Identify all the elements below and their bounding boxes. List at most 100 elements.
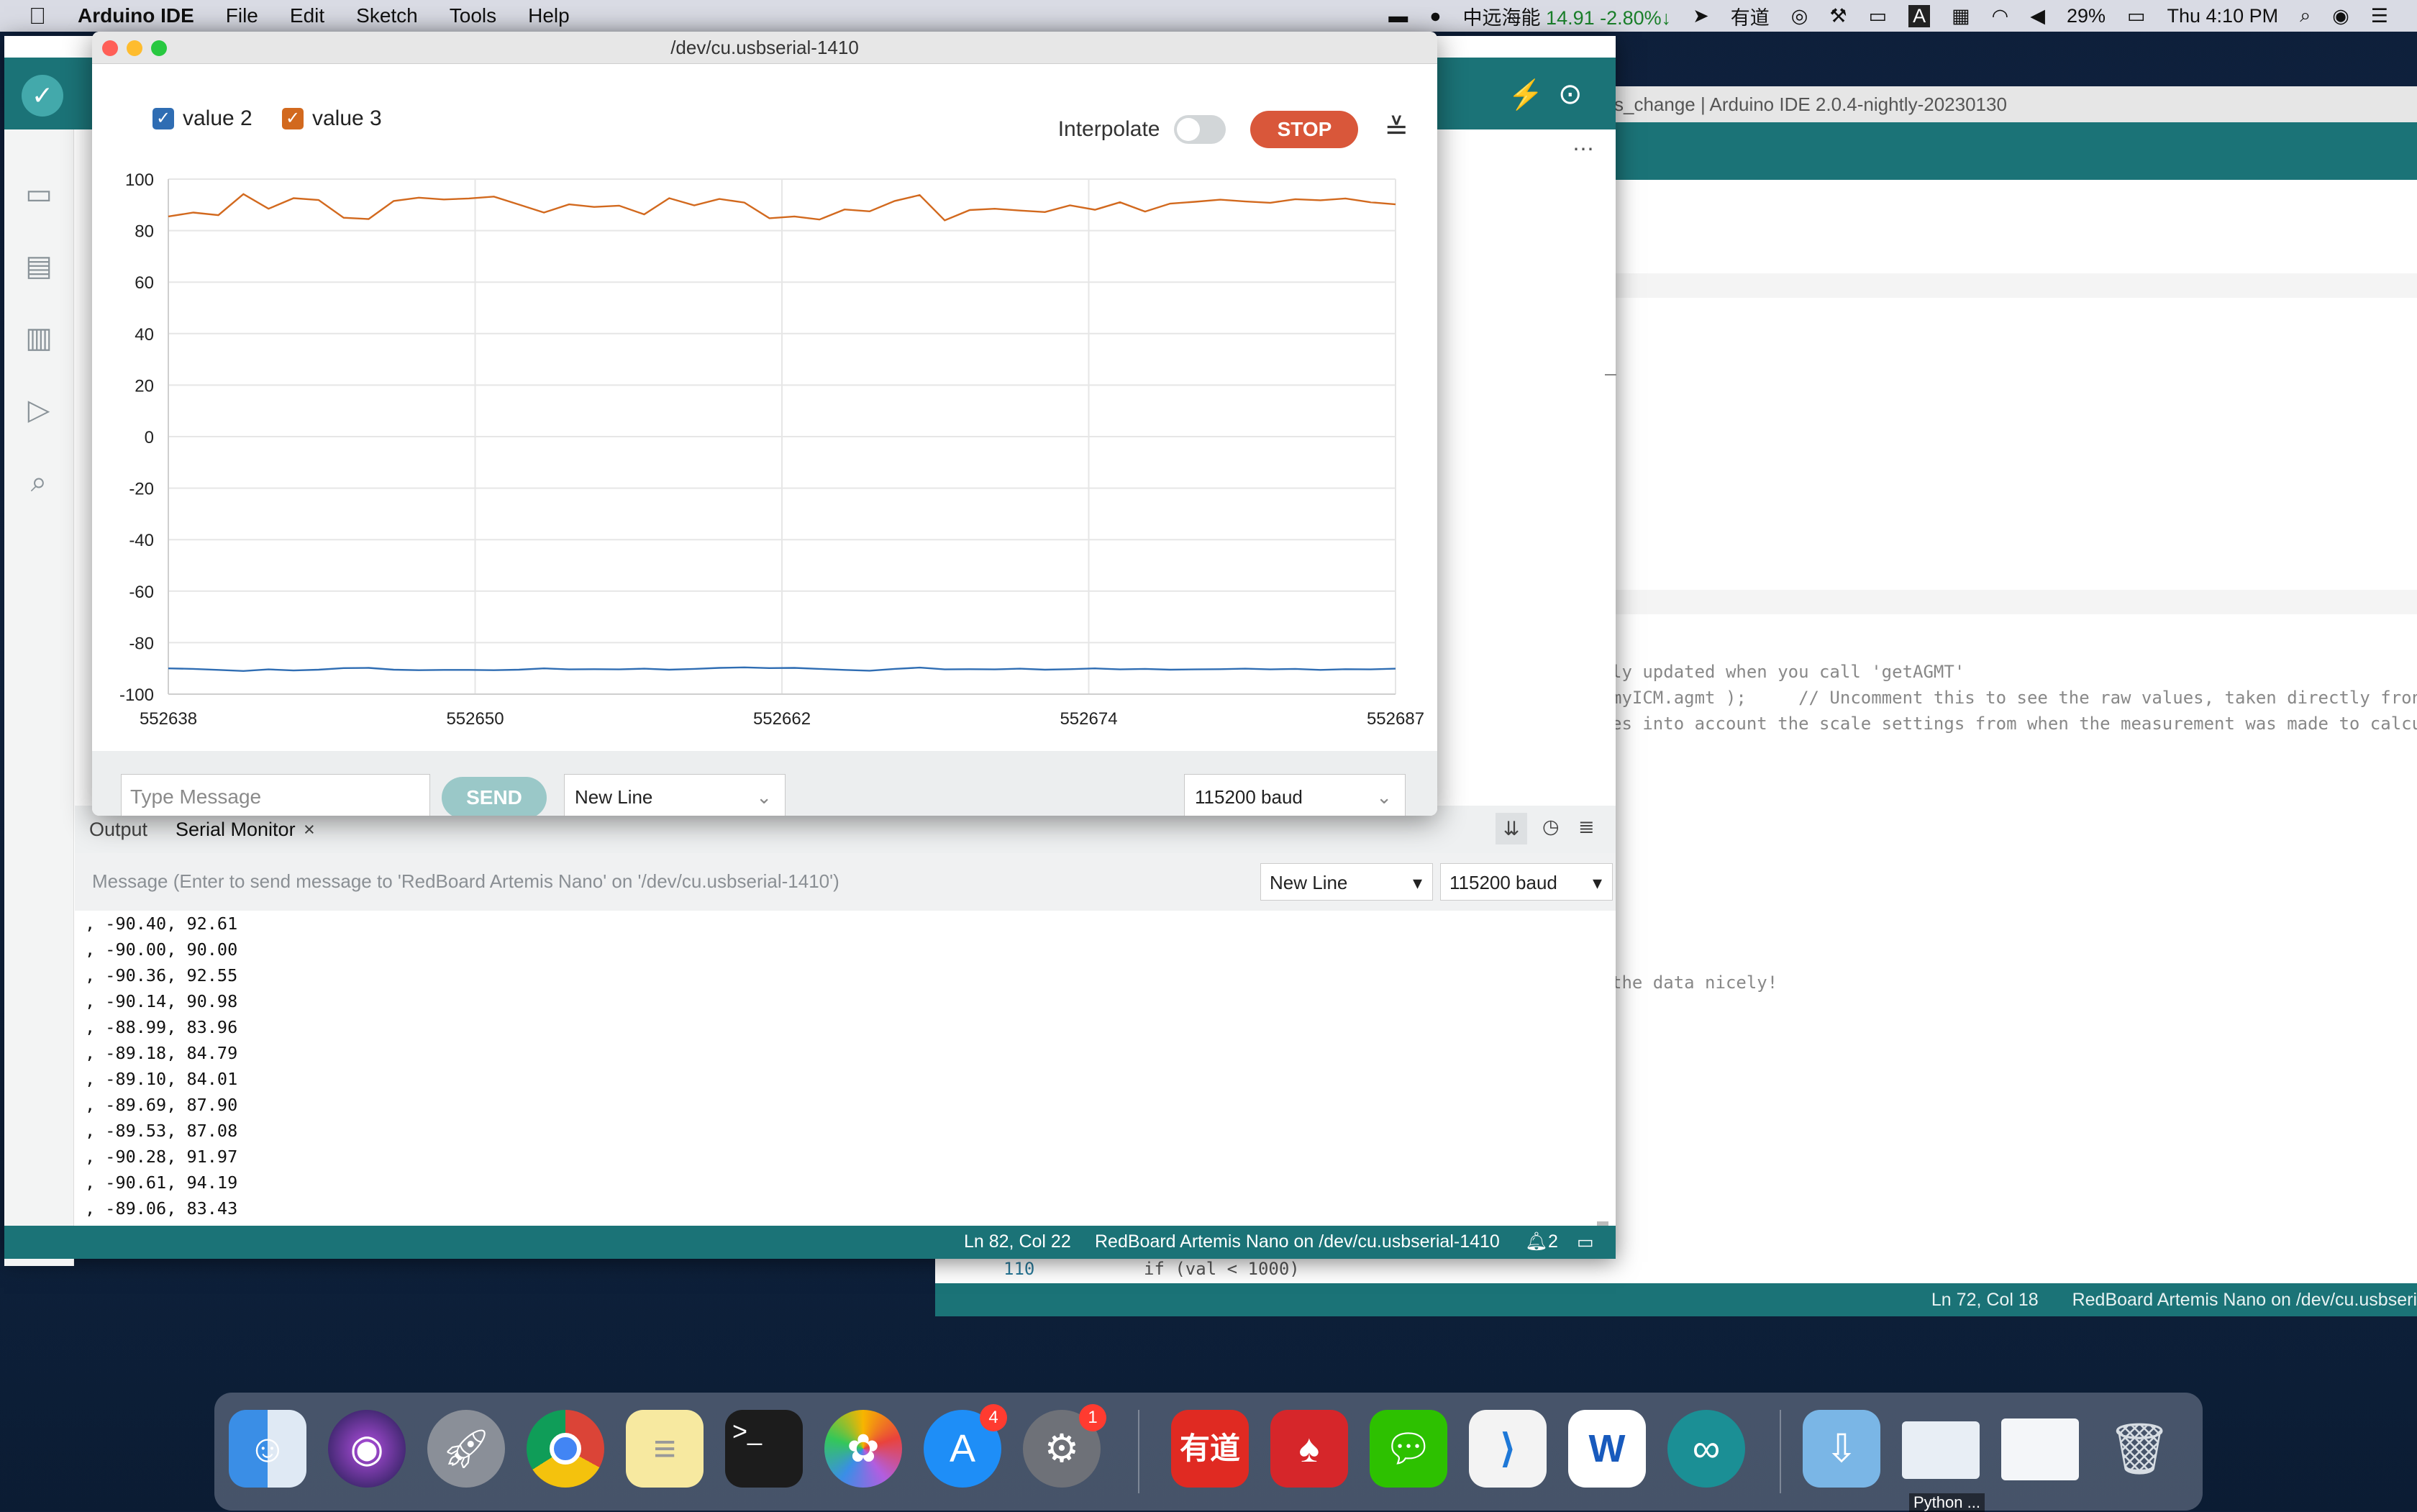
app-store-icon[interactable]: A4 <box>924 1404 1007 1488</box>
code-line: myICM.agmt ); // Uncomment this to see t… <box>1611 688 2417 708</box>
message-input[interactable]: Type Message <box>121 774 430 816</box>
line-number: 110 <box>1003 1259 1035 1279</box>
board-manager-icon[interactable]: ▤ <box>22 249 56 283</box>
baud-select[interactable]: 115200 baud ▾ <box>1440 863 1613 901</box>
serial-line: , -90.00, 90.00 <box>85 939 238 960</box>
battery-icon: ▭ <box>2127 4 2146 27</box>
cursor-position[interactable]: Ln 72, Col 18 <box>1931 1290 2039 1310</box>
keyboard-icon[interactable]: ▦ <box>1952 5 1970 27</box>
scroll-marker <box>1605 374 1616 375</box>
notes-icon[interactable]: ≡ <box>626 1410 704 1488</box>
send-button[interactable]: SEND <box>442 777 547 816</box>
spotlight-icon[interactable]: ⌕ <box>2300 4 2311 27</box>
cursor-position[interactable]: Ln 82, Col 22 <box>964 1231 1071 1252</box>
timestamp-icon[interactable]: ◷ <box>1542 816 1560 838</box>
y-tick-label: 0 <box>145 428 154 447</box>
activity-sidebar: ▭ ▤ ▥ ▷ ⌕ <box>4 129 74 1266</box>
menu-edit[interactable]: Edit <box>290 4 324 27</box>
creative-cloud-icon[interactable]: ◎ <box>1791 5 1808 27</box>
launchpad-icon[interactable]: 🚀︎ <box>427 1410 505 1488</box>
wifi-icon[interactable]: ◠ <box>1992 5 2009 27</box>
app-menu[interactable]: Arduino IDE <box>78 4 194 27</box>
minimize-window-button[interactable] <box>127 40 142 56</box>
line-ending-select[interactable]: New Line ▾ <box>1260 863 1433 901</box>
downloads-folder-icon[interactable]: ⇩ <box>1803 1410 1880 1488</box>
poker-icon[interactable]: ♠ <box>1270 1410 1348 1488</box>
menu-file[interactable]: File <box>226 4 258 27</box>
siri-icon[interactable]: ◉ <box>2332 5 2349 27</box>
x-tick-label: 552674 <box>1060 709 1117 729</box>
message-input[interactable]: Message (Enter to send message to 'RedBo… <box>92 870 839 893</box>
serial-line: , -90.14, 90.98 <box>85 991 238 1011</box>
line-ending-select[interactable]: New Line ⌄ <box>564 774 786 816</box>
serial-output[interactable]: , -90.40, 92.61 , -90.00, 90.00 , -90.36, … <box>75 911 1616 1254</box>
volume-icon[interactable]: ◀ <box>2030 5 2045 27</box>
notification-count: 2 <box>1548 1231 1558 1252</box>
trash-icon[interactable]: 🗑︎ <box>2100 1410 2178 1488</box>
code-line: ly updated when you call 'getAGMT' <box>1611 662 1965 682</box>
control-center-icon[interactable]: ☰ <box>2371 5 2388 27</box>
tab-serial-monitor[interactable]: Serial Monitor <box>176 819 296 841</box>
word-icon[interactable]: W <box>1568 1410 1646 1488</box>
menu-sketch[interactable]: Sketch <box>356 4 418 27</box>
stock-widget[interactable]: 中远海能 14.91 -2.80%↓ <box>1463 2 1672 30</box>
folder-icon[interactable]: ▭ <box>22 177 56 211</box>
status-bar: Ln 82, Col 22 RedBoard Artemis Nano on /… <box>4 1226 1616 1259</box>
terminal-icon[interactable]: >_ <box>725 1410 803 1488</box>
checkbox-checked-icon[interactable]: ✓ <box>282 108 304 129</box>
send-icon[interactable]: ➤ <box>1693 5 1709 27</box>
y-tick-label: 80 <box>135 222 154 242</box>
y-tick-label: -100 <box>119 686 154 705</box>
library-icon[interactable]: ▥ <box>22 321 56 355</box>
legend-value-3[interactable]: ✓ value 3 <box>282 106 382 131</box>
serial-plotter-icon[interactable]: ⚡ <box>1508 78 1544 111</box>
panel-toggle-icon[interactable]: ▭ <box>1577 1231 1594 1253</box>
system-preferences-icon[interactable]: ⚙ 1 <box>1023 1404 1106 1488</box>
vscode-icon[interactable]: ⟩ <box>1469 1410 1547 1488</box>
clock[interactable]: Thu 4:10 PM <box>2167 5 2279 27</box>
wechat-icon[interactable]: ● <box>1429 5 1441 27</box>
tab-output[interactable]: Output <box>89 819 147 841</box>
stock-label: 中远海能 <box>1462 6 1541 29</box>
search-icon[interactable]: ⌕ <box>22 465 56 499</box>
zoom-window-button[interactable] <box>151 40 167 56</box>
battery-percent[interactable]: 29% <box>2067 5 2106 27</box>
wechat-icon[interactable]: 💬︎ <box>1370 1410 1447 1488</box>
close-window-button[interactable] <box>102 40 118 56</box>
y-tick-label: -60 <box>129 583 154 602</box>
menu-help[interactable]: Help <box>528 4 570 27</box>
toggle-knob <box>1177 118 1201 141</box>
baud-select[interactable]: 115200 baud ⌄ <box>1184 774 1406 816</box>
clear-output-icon[interactable]: ≣ <box>1578 816 1595 838</box>
board-status[interactable]: RedBoard Artemis Nano on /dev/cu.usbseri <box>2072 1290 2417 1310</box>
airplay-icon[interactable]: ▭ <box>1869 5 1888 27</box>
debug-icon[interactable]: ▷ <box>22 393 56 427</box>
youdao-icon[interactable]: 有道 <box>1171 1410 1249 1488</box>
python-window-thumbnail[interactable] <box>1902 1421 1980 1479</box>
checkbox-checked-icon[interactable]: ✓ <box>153 108 174 129</box>
code-line: if (val < 1000) <box>1144 1259 1300 1279</box>
close-icon[interactable]: × <box>304 819 315 841</box>
finder-icon[interactable]: ☺ <box>229 1410 306 1488</box>
plotter-title: /dev/cu.usbserial-1410 <box>670 37 859 58</box>
more-options-icon[interactable]: ⋯ <box>1572 137 1594 162</box>
verify-button[interactable]: ✓ <box>22 75 63 117</box>
document-thumbnail[interactable] <box>2001 1418 2079 1480</box>
arduino-icon[interactable]: ∞ <box>1667 1410 1745 1488</box>
tools-icon[interactable]: ⚒ <box>1829 5 1847 27</box>
apple-menu-icon[interactable]:  <box>29 3 46 29</box>
siri-icon[interactable]: ◉ <box>328 1410 406 1488</box>
stock-value: 14.91 -2.80%↓ <box>1546 6 1672 29</box>
autoscroll-icon[interactable]: ⇊ <box>1496 813 1527 844</box>
youdao-menu[interactable]: 有道 <box>1731 2 1770 30</box>
board-status[interactable]: RedBoard Artemis Nano on /dev/cu.usbseri… <box>1095 1231 1500 1252</box>
serial-monitor-icon[interactable]: ⊙ <box>1558 78 1583 111</box>
legend-value-2[interactable]: ✓ value 2 <box>153 106 252 131</box>
input-source-icon[interactable]: A <box>1908 4 1931 27</box>
photos-icon[interactable]: ✿ <box>824 1410 902 1488</box>
menu-tools[interactable]: Tools <box>450 4 496 27</box>
notification-icon[interactable]: 🔔︎ <box>1525 1231 1548 1252</box>
chrome-icon[interactable] <box>527 1410 604 1488</box>
line-chart: 100 80 60 40 20 0 -20 -40 -60 -80 -100 552638 552650… <box>119 170 1424 729</box>
folder-icon[interactable]: ▬ <box>1388 5 1408 27</box>
